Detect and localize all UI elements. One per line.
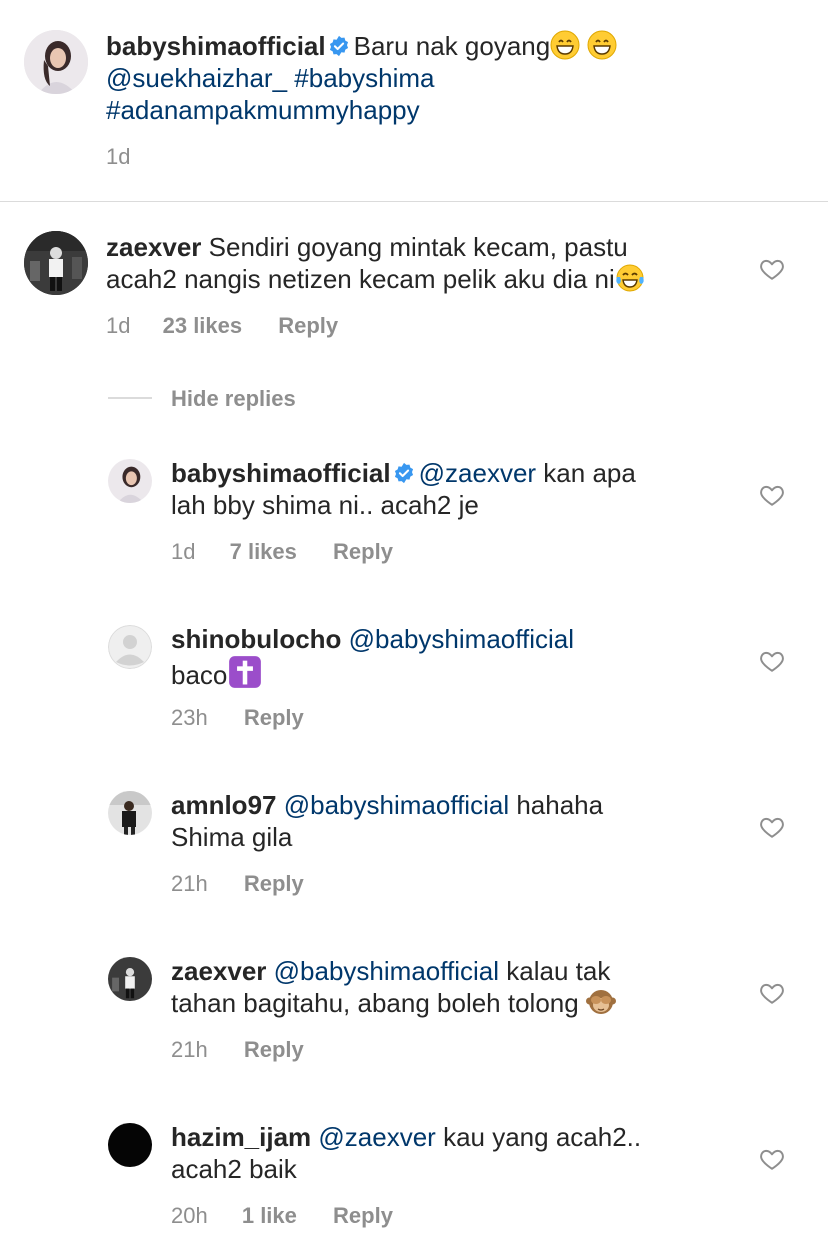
reply-meta: 1d 7 likes Reply	[171, 539, 393, 565]
reply-button[interactable]: Reply	[244, 871, 304, 896]
reply-text: lah bby shima ni.. acah2 je	[171, 490, 479, 520]
avatar[interactable]	[24, 30, 88, 94]
reply-timestamp: 20h	[171, 1203, 208, 1228]
post-caption-text: Baru nak goyang	[353, 31, 551, 61]
reply-line2: baco	[171, 655, 263, 691]
comment-line2: acah2 nangis netizen kecam pelik aku dia…	[106, 263, 645, 295]
reply-line1: zaexver @babyshimaofficial kalau tak	[171, 955, 610, 987]
post-caption-line2: @suekhaizhar_ #babyshima	[106, 62, 435, 94]
post-username[interactable]: babyshimaofficial	[106, 31, 326, 61]
post-timestamp: 1d	[106, 144, 131, 169]
mention-link[interactable]: @suekhaizhar_	[106, 63, 287, 93]
heart-outline-icon[interactable]	[759, 648, 785, 674]
reply-meta: 21h Reply	[171, 871, 304, 897]
reply-text: acah2 baik	[171, 1154, 297, 1184]
see-no-evil-monkey-icon	[585, 990, 616, 1014]
verified-badge-icon	[394, 462, 413, 484]
hide-replies-button[interactable]: Hide replies	[171, 386, 296, 412]
reply-meta: 20h 1 like Reply	[171, 1203, 393, 1229]
heart-outline-icon[interactable]	[759, 980, 785, 1006]
reply-line2: tahan bagitahu, abang boleh tolong	[171, 987, 616, 1019]
heart-outline-icon[interactable]	[759, 256, 785, 282]
reply-text: kan apa	[543, 458, 636, 488]
avatar-placeholder[interactable]	[108, 625, 152, 669]
hide-replies-line	[108, 397, 152, 399]
likes-count[interactable]: 1 like	[242, 1203, 297, 1228]
grinning-face-icon	[587, 30, 617, 60]
likes-count[interactable]: 7 likes	[230, 539, 297, 564]
likes-count[interactable]: 23 likes	[163, 313, 243, 338]
comment-text: acah2 nangis netizen kecam pelik aku dia…	[106, 264, 615, 294]
reply-button[interactable]: Reply	[244, 705, 304, 730]
reply-line2: lah bby shima ni.. acah2 je	[171, 489, 479, 521]
comment-username[interactable]: zaexver	[106, 232, 201, 262]
reply-timestamp: 23h	[171, 705, 208, 730]
reply-button[interactable]: Reply	[333, 1203, 393, 1228]
reply-meta: 23h Reply	[171, 705, 304, 731]
mention-link[interactable]: @zaexver	[419, 458, 536, 488]
reply-text: baco	[171, 660, 228, 690]
reply-line1: babyshimaofficial @zaexver kan apa	[171, 457, 636, 489]
grinning-face-icon	[550, 30, 580, 60]
reply-username[interactable]: zaexver	[171, 956, 266, 986]
mention-link[interactable]: @babyshimaofficial	[349, 624, 574, 654]
post-caption-line3: #adanampakmummyhappy	[106, 94, 420, 126]
hashtag-link[interactable]: #adanampakmummyhappy	[106, 95, 420, 125]
reply-line2: acah2 baik	[171, 1153, 297, 1185]
avatar[interactable]	[108, 1123, 152, 1167]
reply-username[interactable]: babyshimaofficial	[171, 458, 391, 488]
reply-username[interactable]: amnlo97	[171, 790, 277, 820]
comment-line1: zaexver Sendiri goyang mintak kecam, pas…	[106, 231, 628, 263]
reply-button[interactable]: Reply	[333, 539, 393, 564]
reply-text: kau yang acah2..	[443, 1122, 642, 1152]
reply-line1: hazim_ijam @zaexver kau yang acah2..	[171, 1121, 641, 1153]
comment-timestamp: 1d	[106, 313, 131, 338]
avatar[interactable]	[24, 231, 88, 295]
verified-badge-icon	[329, 35, 348, 57]
mention-link[interactable]: @babyshimaofficial	[284, 790, 509, 820]
reply-username[interactable]: shinobulocho	[171, 624, 341, 654]
avatar[interactable]	[108, 791, 152, 835]
post-caption-line1: babyshimaofficial Baru nak goyang	[106, 30, 617, 62]
reply-text: hahaha	[516, 790, 604, 820]
reply-text: kalau tak	[506, 956, 611, 986]
reply-line1: shinobulocho @babyshimaofficial	[171, 623, 574, 655]
reply-button[interactable]: Reply	[278, 313, 338, 338]
reply-text: Shima gila	[171, 822, 293, 852]
heart-outline-icon[interactable]	[759, 482, 785, 508]
tears-of-joy-icon	[616, 264, 644, 292]
mention-link[interactable]: @zaexver	[318, 1122, 435, 1152]
heart-outline-icon[interactable]	[759, 814, 785, 840]
avatar[interactable]	[108, 957, 152, 1001]
divider	[0, 201, 828, 202]
comment-text: Sendiri goyang mintak kecam, pastu	[208, 232, 628, 262]
latin-cross-icon	[229, 656, 262, 688]
hashtag-link[interactable]: #babyshima	[294, 63, 434, 93]
reply-meta: 21h Reply	[171, 1037, 304, 1063]
heart-outline-icon[interactable]	[759, 1146, 785, 1172]
reply-line2: Shima gila	[171, 821, 292, 853]
reply-button[interactable]: Reply	[244, 1037, 304, 1062]
mention-link[interactable]: @babyshimaofficial	[274, 956, 499, 986]
reply-text: tahan bagitahu, abang boleh tolong	[171, 988, 579, 1018]
avatar[interactable]	[108, 459, 152, 503]
reply-timestamp: 1d	[171, 539, 196, 564]
comment-meta: 1d 23 likes Reply	[106, 313, 338, 339]
reply-username[interactable]: hazim_ijam	[171, 1122, 311, 1152]
reply-timestamp: 21h	[171, 871, 208, 896]
reply-timestamp: 21h	[171, 1037, 208, 1062]
reply-line1: amnlo97 @babyshimaofficial hahaha	[171, 789, 603, 821]
